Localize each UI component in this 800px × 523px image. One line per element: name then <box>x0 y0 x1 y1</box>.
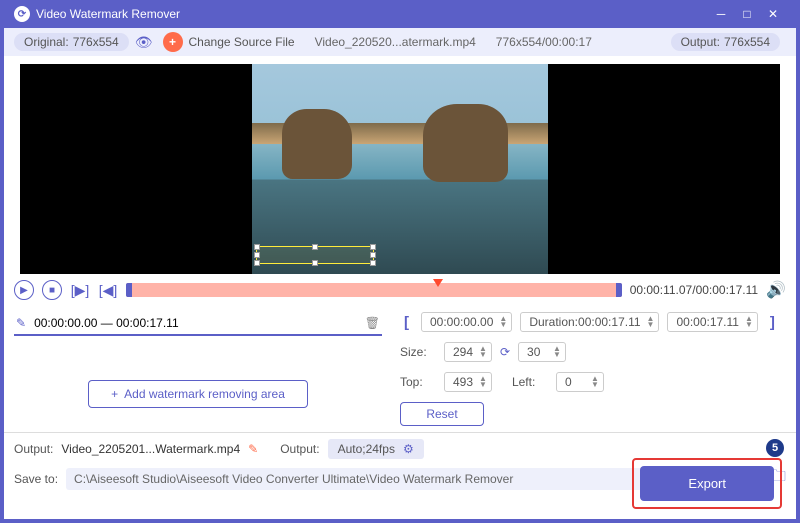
spinner-icon[interactable]: ▲▼ <box>591 376 599 388</box>
app-logo-icon: ⟳ <box>14 6 30 22</box>
stop-button[interactable]: ■ <box>42 280 62 300</box>
output-format-selector[interactable]: Auto;24fps ⚙ <box>328 439 424 459</box>
source-filename: Video_220520...atermark.mp4 <box>315 35 476 49</box>
export-button[interactable]: Export <box>640 466 774 501</box>
delete-segment-button[interactable]: 🗑 <box>365 316 380 330</box>
top-label: Top: <box>400 375 436 389</box>
top-input[interactable]: 493▲▼ <box>444 372 492 392</box>
output-label: Output: <box>681 35 720 49</box>
height-input[interactable]: 30▲▼ <box>518 342 566 362</box>
rename-output-button[interactable]: ✎ <box>248 442 258 456</box>
segment-icon: ✎ <box>16 316 26 330</box>
save-to-label: Save to: <box>14 472 58 486</box>
change-source-link[interactable]: Change Source File <box>189 35 295 49</box>
add-source-button[interactable]: + <box>163 32 183 52</box>
preview-toggle-icon[interactable]: 👁 <box>135 34 153 51</box>
original-dims: 776x554 <box>73 35 119 49</box>
add-area-label: Add watermark removing area <box>124 387 285 401</box>
range-start-handle[interactable] <box>126 283 132 297</box>
volume-icon[interactable]: 🔊 <box>766 280 786 300</box>
time-display: 00:00:11.07/00:00:17.11 <box>630 283 758 297</box>
spinner-icon[interactable]: ▲▼ <box>553 346 561 358</box>
spinner-icon[interactable]: ▲▼ <box>499 316 507 328</box>
original-size-pill: Original: 776x554 <box>14 33 129 51</box>
end-time-input[interactable]: 00:00:17.11▲▼ <box>667 312 757 332</box>
toolbar: Original: 776x554 👁 + Change Source File… <box>4 28 796 56</box>
video-preview[interactable] <box>20 64 780 274</box>
reset-button[interactable]: Reset <box>400 402 484 426</box>
video-frame <box>252 64 548 274</box>
export-highlight: Export <box>632 458 782 509</box>
original-label: Original: <box>24 35 69 49</box>
step-badge: 5 <box>766 439 784 457</box>
app-title: Video Watermark Remover <box>36 7 708 21</box>
output-file-label: Output: <box>14 442 53 456</box>
spinner-icon[interactable]: ▲▼ <box>745 316 753 328</box>
maximize-button[interactable]: □ <box>734 4 760 24</box>
titlebar: ⟳ Video Watermark Remover ─ □ ✕ <box>4 0 796 28</box>
format-label: Output: <box>280 442 319 456</box>
play-button[interactable]: ▶ <box>14 280 34 300</box>
minimize-button[interactable]: ─ <box>708 4 734 24</box>
close-button[interactable]: ✕ <box>760 4 786 24</box>
format-value: Auto;24fps <box>338 442 395 456</box>
format-settings-icon[interactable]: ⚙ <box>403 442 414 456</box>
save-path: C:\Aiseesoft Studio\Aiseesoft Video Conv… <box>66 468 724 490</box>
spinner-icon[interactable]: ▲▼ <box>647 316 655 328</box>
range-end-handle[interactable] <box>616 283 622 297</box>
width-input[interactable]: 294▲▼ <box>444 342 492 362</box>
spinner-icon[interactable]: ▲▼ <box>479 346 487 358</box>
watermark-selection-box[interactable] <box>256 246 374 264</box>
plus-icon: + <box>111 387 118 401</box>
start-time-input[interactable]: 00:00:00.00▲▼ <box>421 312 512 332</box>
timeline-track[interactable] <box>126 283 622 297</box>
left-label: Left: <box>512 375 548 389</box>
add-watermark-area-button[interactable]: + Add watermark removing area <box>88 380 308 408</box>
size-label: Size: <box>400 345 436 359</box>
segment-range: 00:00:00.00 — 00:00:17.11 <box>34 316 179 330</box>
segment-row[interactable]: ✎ 00:00:00.00 — 00:00:17.11 🗑 <box>14 312 382 336</box>
source-meta: 776x554/00:00:17 <box>496 35 592 49</box>
spinner-icon[interactable]: ▲▼ <box>479 376 487 388</box>
output-dims: 776x554 <box>724 35 770 49</box>
set-end-button[interactable]: ] <box>766 314 779 331</box>
set-start-button[interactable]: [ <box>400 314 413 331</box>
output-filename: Video_2205201...Watermark.mp4 <box>61 442 240 456</box>
prev-frame-button[interactable]: [▶] <box>70 280 90 300</box>
aspect-lock-icon[interactable]: ⟳ <box>500 345 510 359</box>
output-size-pill: Output: 776x554 <box>671 33 780 51</box>
timeline-controls: ▶ ■ [▶] [◀] 00:00:11.07/00:00:17.11 🔊 <box>4 274 796 306</box>
playhead[interactable] <box>433 279 443 287</box>
left-input[interactable]: 0▲▼ <box>556 372 604 392</box>
duration-input[interactable]: Duration:00:00:17.11▲▼ <box>520 312 659 332</box>
next-frame-button[interactable]: [◀] <box>98 280 118 300</box>
preview-area <box>4 56 796 274</box>
